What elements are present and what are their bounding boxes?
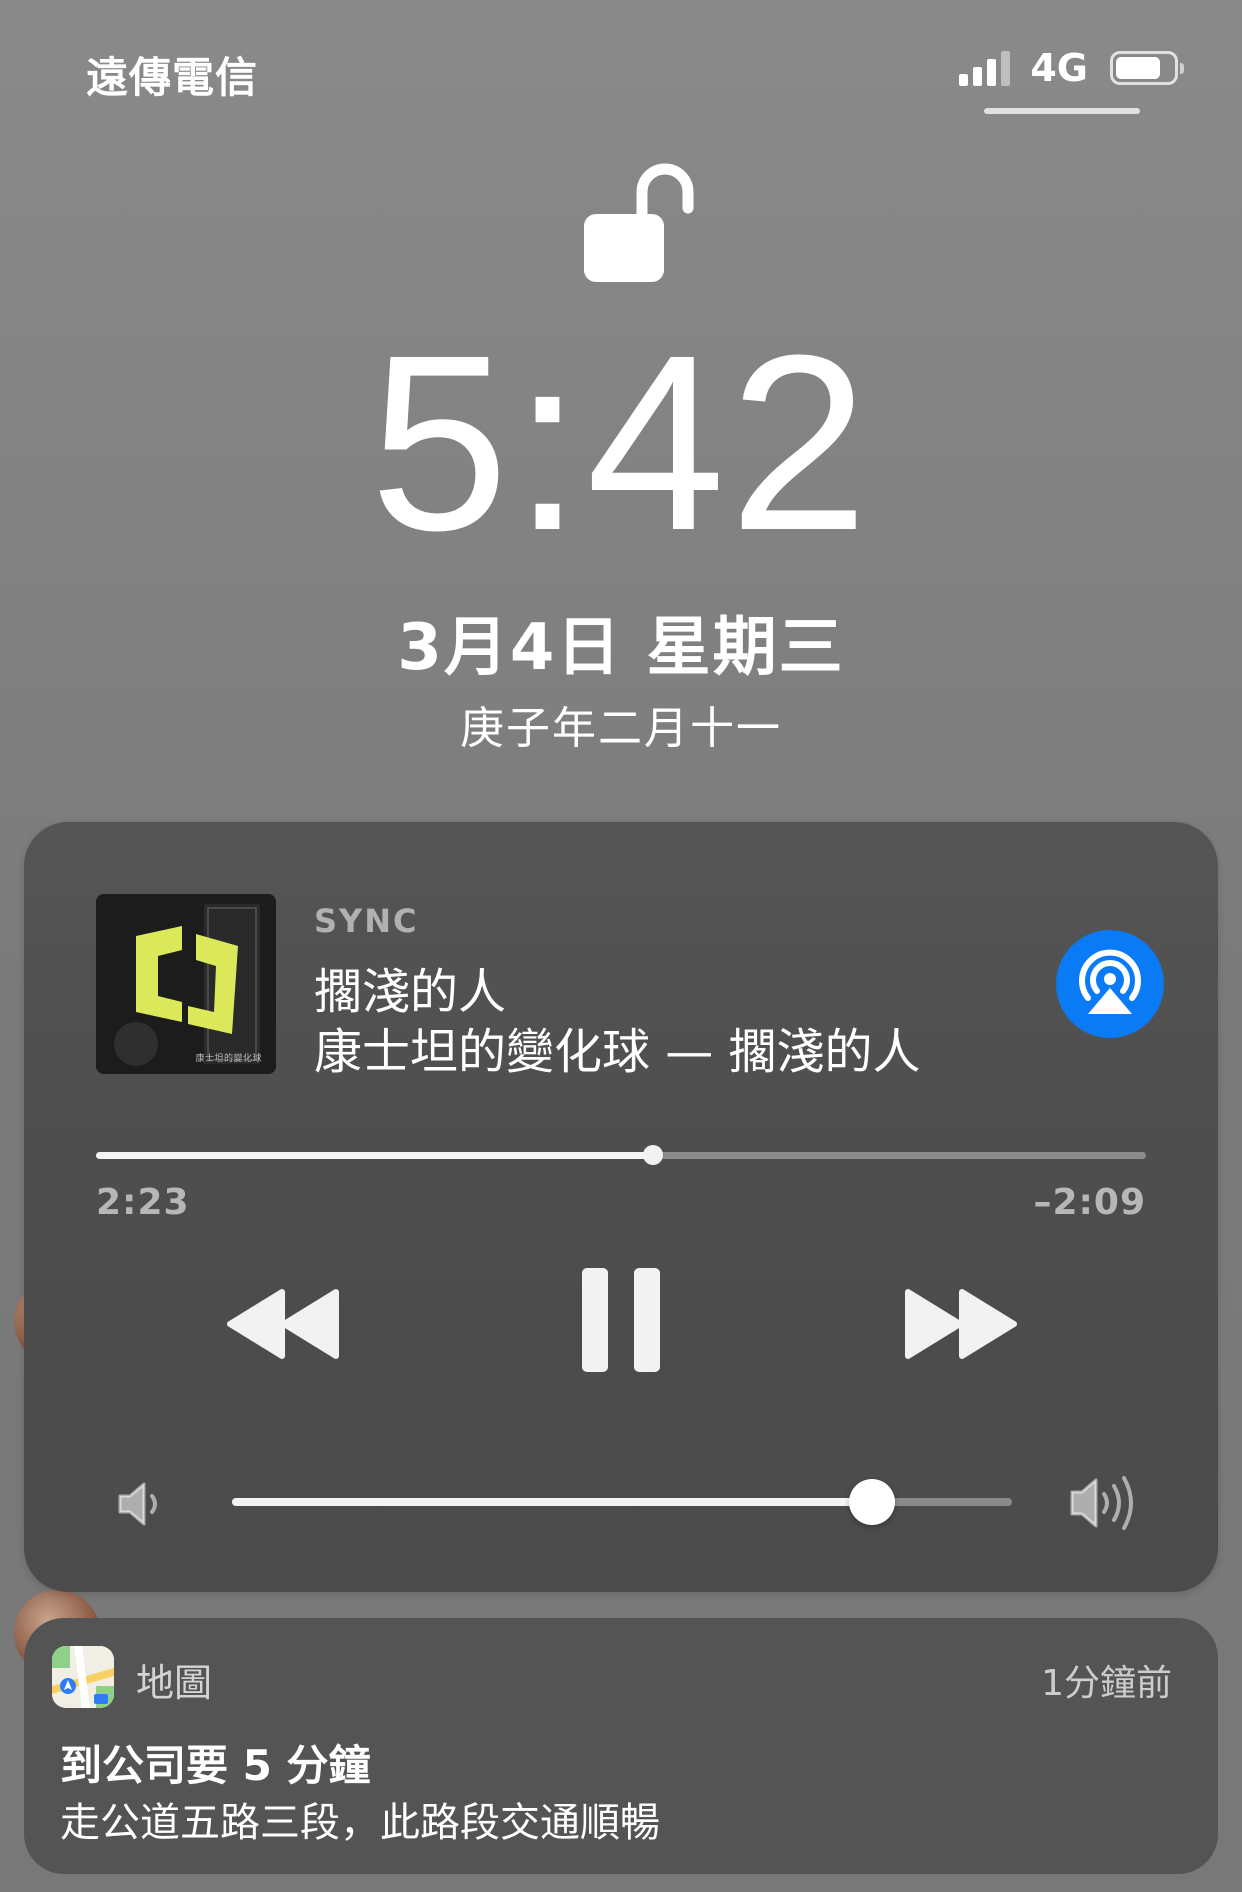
playback-progress-fill bbox=[96, 1152, 653, 1159]
track-artist-album: 康士坦的變化球 — 擱淺的人 bbox=[314, 1024, 921, 1080]
album-artwork-caption: 康士坦的變化球 bbox=[195, 1054, 262, 1064]
playback-source: SYNC bbox=[314, 902, 419, 940]
notification-app-name: 地圖 bbox=[136, 1661, 213, 1705]
notification-title: 到公司要 5 分鐘 bbox=[60, 1741, 371, 1790]
album-artwork[interactable]: 康士坦的變化球 bbox=[96, 894, 276, 1074]
volume-slider[interactable] bbox=[232, 1479, 1012, 1525]
playback-scrubber-knob[interactable] bbox=[642, 1145, 663, 1165]
lunar-date: 庚子年二月十一 bbox=[460, 703, 782, 754]
network-type: 4G bbox=[1030, 46, 1088, 90]
rewind-button[interactable] bbox=[224, 1284, 344, 1364]
cellular-signal-icon bbox=[959, 50, 1011, 86]
battery-icon bbox=[1110, 51, 1184, 85]
maps-app-icon bbox=[52, 1646, 114, 1708]
remaining-time: –2:09 bbox=[1033, 1182, 1146, 1223]
lock-screen: 遠傳電信 4G 5:42 3月4日 星期三 庚子年二月十一 康士坦的變化球 SY… bbox=[0, 0, 1242, 1892]
fast-forward-icon bbox=[905, 1289, 1017, 1359]
airplay-button[interactable] bbox=[1056, 930, 1164, 1038]
volume-slider-fill bbox=[232, 1498, 872, 1506]
fast-forward-button[interactable] bbox=[900, 1284, 1020, 1364]
lock-screen-time: 5:42 bbox=[369, 303, 873, 582]
now-playing-widget: 康士坦的變化球 SYNC 擱淺的人 康士坦的變化球 — 擱淺的人 2:23 –2… bbox=[24, 822, 1218, 1592]
notification-timestamp: 1分鐘前 bbox=[1041, 1663, 1172, 1704]
speaker-high-icon bbox=[1070, 1476, 1133, 1530]
lock-screen-date: 3月4日 星期三 bbox=[397, 611, 845, 685]
playback-scrubber[interactable] bbox=[96, 1145, 1146, 1165]
rewind-icon bbox=[227, 1289, 339, 1359]
control-center-grabber[interactable] bbox=[984, 108, 1140, 114]
speaker-low-icon bbox=[118, 1482, 157, 1526]
notification-body: 走公道五路三段，此路段交通順暢 bbox=[60, 1800, 660, 1846]
volume-slider-knob[interactable] bbox=[848, 1479, 895, 1525]
status-indicators: 4G bbox=[959, 46, 1184, 90]
pause-icon bbox=[582, 1268, 660, 1372]
album-artwork-graphic bbox=[96, 894, 276, 1074]
maps-notification[interactable]: 地圖 1分鐘前 到公司要 5 分鐘 走公道五路三段，此路段交通順暢 bbox=[24, 1618, 1218, 1874]
unlocked-padlock-icon bbox=[584, 163, 694, 282]
airplay-icon bbox=[1079, 949, 1141, 1014]
carrier-label: 遠傳電信 bbox=[86, 53, 259, 102]
pause-button[interactable] bbox=[576, 1266, 666, 1374]
elapsed-time: 2:23 bbox=[96, 1182, 190, 1223]
